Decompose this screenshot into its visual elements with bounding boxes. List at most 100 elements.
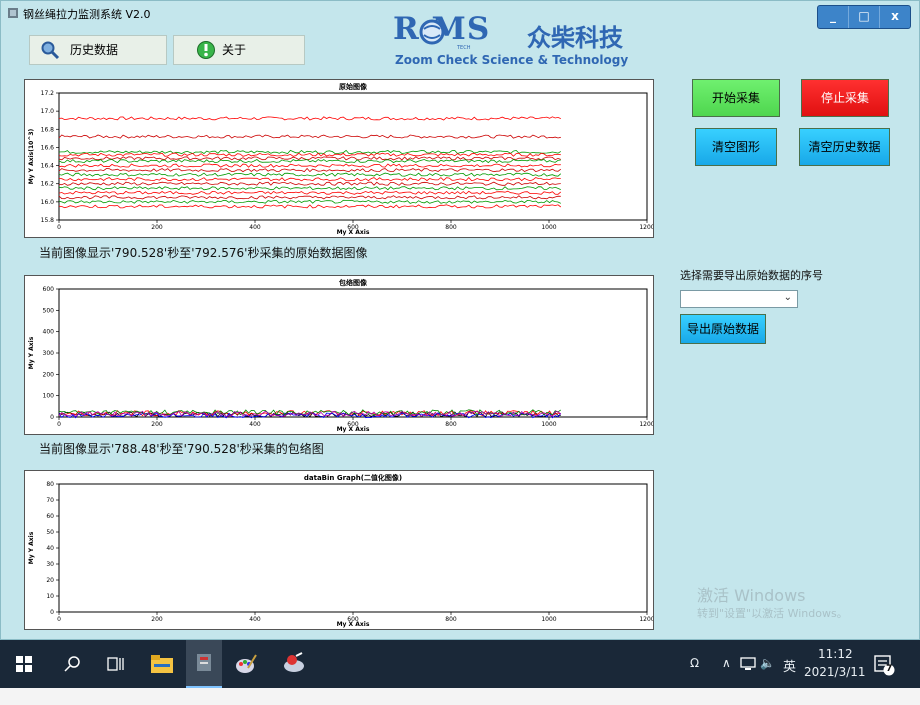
raw-data-plot: 原始图像0 200 400 600 800 1000 120015.816.016.216.… xyxy=(28,82,653,236)
volume-icon[interactable]: 🔈 xyxy=(760,656,775,670)
series-line xyxy=(58,134,561,139)
satellite-app-icon[interactable] xyxy=(282,652,306,676)
search-icon xyxy=(41,41,60,60)
x-axis-label: My X Axis xyxy=(337,229,370,236)
x-axis-label: My X Axis xyxy=(337,621,370,628)
task-view-icon[interactable] xyxy=(107,655,125,673)
y-tick-label: 17.0 xyxy=(41,108,55,115)
minimize-button[interactable]: _ xyxy=(818,6,849,28)
x-tick-label: 1200 xyxy=(639,421,653,428)
taskbar: Ω ∧ 🔈 英 11:12 2021/3/11 7 xyxy=(0,640,920,688)
series-line xyxy=(58,181,561,186)
clock-date[interactable]: 2021/3/11 xyxy=(804,665,866,679)
y-tick-label: 16.2 xyxy=(41,181,55,188)
activation-watermark: 激活 Windows xyxy=(697,586,806,605)
y-tick-label: 10 xyxy=(46,593,54,600)
raw-data-chart: 原始图像 0 200 400 600 800 1000 1200 15.8 16.0 16.2 16.… xyxy=(24,79,654,238)
window-controls: _ □ x xyxy=(817,5,911,29)
series-line xyxy=(58,190,562,195)
binary-plot: dataBin Graph(二值化图像)0 200 400 600 800 1000 120… xyxy=(28,473,653,628)
y-tick-label: 300 xyxy=(43,350,55,357)
y-tick-label: 100 xyxy=(43,393,55,400)
series-line xyxy=(58,163,561,168)
envelope-caption: 当前图像显示'788.48'秒至'790.528'秒采集的包络图 xyxy=(39,442,324,456)
globe-icon xyxy=(419,19,445,45)
tab-history[interactable]: 历史数据 xyxy=(29,35,167,65)
clock-time[interactable]: 11:12 xyxy=(818,647,853,661)
binary-chart: dataBin Graph(二值化图像) 0 200 400 600 800 1000 120… xyxy=(24,470,654,630)
y-tick-label: 500 xyxy=(43,307,55,314)
y-tick-label: 16.0 xyxy=(41,199,55,206)
network-icon[interactable] xyxy=(740,657,756,671)
tab-about-label: 关于 xyxy=(222,43,247,57)
tab-about[interactable]: 关于 xyxy=(173,35,305,65)
series-line xyxy=(58,172,562,177)
x-axis-label: My X Axis xyxy=(337,426,370,433)
chevron-down-icon: ⌄ xyxy=(783,292,792,303)
export-label: 选择需要导出原始数据的序号 xyxy=(680,269,823,282)
y-tick-label: 50 xyxy=(46,529,54,536)
x-tick-label: 1000 xyxy=(541,224,556,231)
y-axis-label: My Y Axis xyxy=(28,336,35,369)
bottom-strip xyxy=(0,688,920,705)
y-tick-label: 400 xyxy=(43,329,55,336)
chart-title: 包络图像 xyxy=(339,278,368,287)
x-tick-label: 800 xyxy=(445,421,457,428)
chevron-up-icon[interactable]: ∧ xyxy=(722,656,731,670)
x-tick-label: 400 xyxy=(249,616,261,623)
x-tick-label: 0 xyxy=(57,224,61,231)
series-line xyxy=(58,186,561,191)
file-explorer-icon[interactable] xyxy=(150,653,174,675)
monitor-app-icon xyxy=(197,654,211,671)
chart-title: dataBin Graph(二值化图像) xyxy=(304,473,402,482)
y-tick-label: 40 xyxy=(46,545,54,552)
y-tick-label: 17.2 xyxy=(41,90,55,97)
plot-area-frame xyxy=(58,483,648,613)
x-tick-label: 200 xyxy=(151,616,163,623)
y-axis-label: My Y Axis(10^3) xyxy=(28,128,35,184)
app-icon xyxy=(8,8,18,18)
start-collect-button[interactable]: 开始采集 xyxy=(692,79,780,117)
y-tick-label: 16.8 xyxy=(41,126,55,133)
series-line xyxy=(58,199,561,204)
windows-start-icon[interactable] xyxy=(16,656,32,672)
main-window: 钢丝绳拉力监测系统 V2.0 _ □ x 历史数据 关于 R MS TECH 众… xyxy=(0,0,920,640)
y-tick-label: 16.4 xyxy=(41,163,55,170)
logo-tech: TECH xyxy=(457,45,471,51)
search-icon[interactable] xyxy=(64,655,82,673)
series-line xyxy=(58,152,561,157)
clear-graph-button[interactable]: 清空图形 xyxy=(695,128,777,166)
series-line xyxy=(58,177,561,182)
y-tick-label: 15.8 xyxy=(41,217,55,224)
export-raw-data-button[interactable]: 导出原始数据 xyxy=(680,314,766,344)
export-index-select[interactable]: ⌄ xyxy=(680,290,798,308)
series-line xyxy=(58,167,562,173)
plot-area-frame xyxy=(58,288,648,418)
series-line xyxy=(58,204,562,209)
logo-chinese-name: 众柴科技 xyxy=(527,24,623,52)
y-tick-label: 0 xyxy=(50,609,54,616)
y-tick-label: 600 xyxy=(43,286,55,293)
clear-history-button[interactable]: 清空历史数据 xyxy=(799,128,890,166)
y-tick-label: 20 xyxy=(46,577,54,584)
restore-button[interactable]: □ xyxy=(849,6,880,28)
people-icon[interactable]: Ω xyxy=(690,656,699,670)
taskbar-app-active[interactable] xyxy=(186,640,222,688)
stop-collect-button[interactable]: 停止采集 xyxy=(801,79,889,117)
x-tick-label: 0 xyxy=(57,616,61,623)
y-tick-label: 80 xyxy=(46,481,54,488)
x-tick-label: 1200 xyxy=(639,616,653,623)
close-button[interactable]: x xyxy=(880,6,910,28)
window-title: 钢丝绳拉力监测系统 V2.0 xyxy=(23,8,151,21)
info-icon xyxy=(197,41,215,59)
x-tick-label: 200 xyxy=(151,224,163,231)
y-tick-label: 0 xyxy=(50,414,54,421)
series-line xyxy=(58,195,561,200)
raw-data-caption: 当前图像显示'790.528'秒至'792.576'秒采集的原始数据图像 xyxy=(39,246,368,260)
y-tick-label: 70 xyxy=(46,497,54,504)
ime-indicator[interactable]: 英 xyxy=(783,656,796,675)
paint-app-icon[interactable] xyxy=(234,652,258,676)
notification-count: 7 xyxy=(886,664,893,674)
x-tick-label: 1000 xyxy=(541,421,556,428)
y-axis-label: My Y Axis xyxy=(28,531,35,564)
